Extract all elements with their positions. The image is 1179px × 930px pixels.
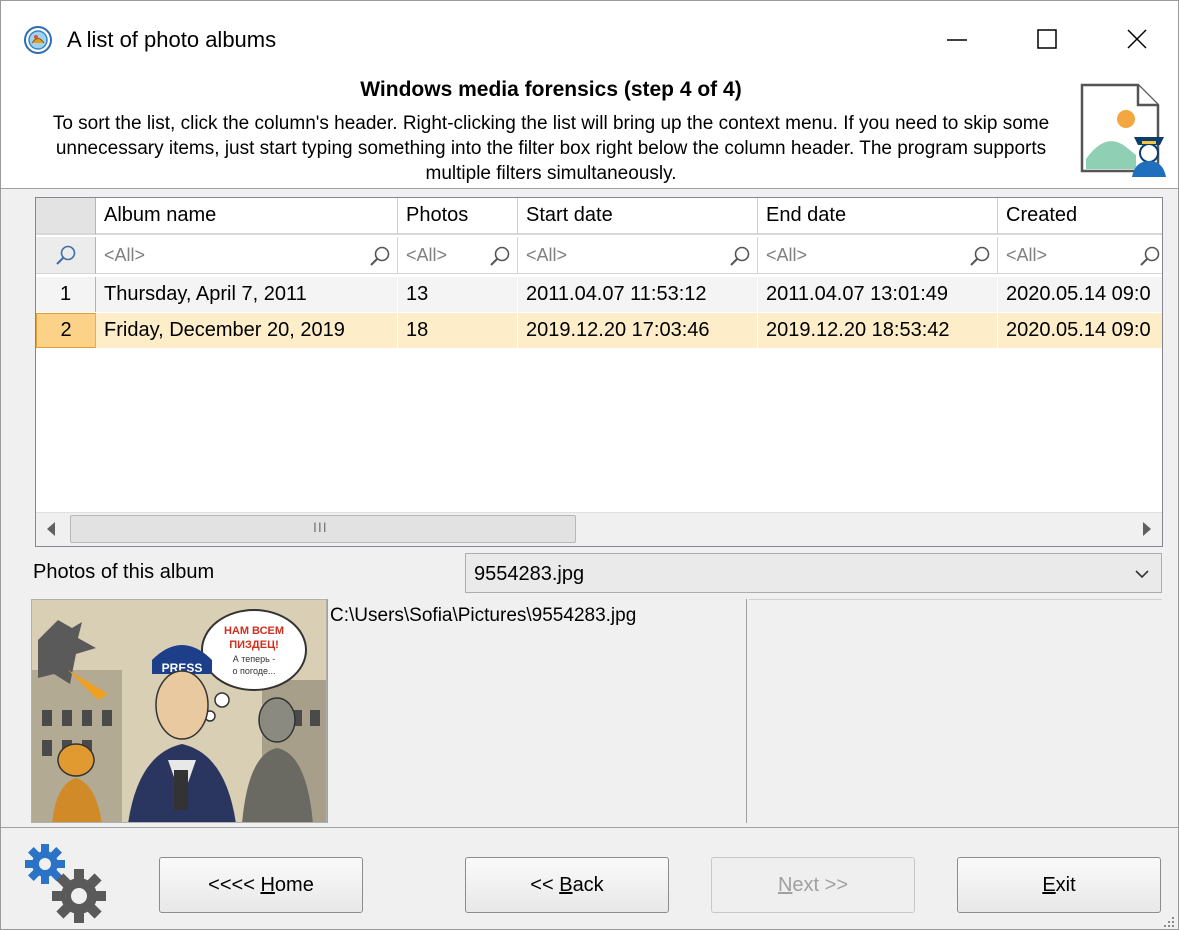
filter-start-date[interactable]: <All> [518,237,758,274]
filter-photos[interactable]: <All> [398,237,518,274]
cell-start-date[interactable]: 2011.04.07 11:53:12 [518,277,758,312]
back-button-prefix: << [530,873,560,896]
photo-metadata-panel [749,599,1162,823]
table-row[interactable]: 1 Thursday, April 7, 2011 13 2011.04.07 … [36,277,1162,312]
scrollbar-grip: III [313,519,328,535]
main-window: A list of photo albums Windows media for… [0,0,1179,930]
bubble-text-line: А теперь - [233,654,276,664]
photo-path-panel: C:\Users\Sofia\Pictures\9554283.jpg [327,599,747,823]
cell-start-date[interactable]: 2019.12.20 17:03:46 [518,313,758,348]
search-icon [1140,246,1160,266]
exit-button-rest: xit [1055,873,1076,896]
home-button[interactable]: <<<< Home [159,857,363,913]
wizard-header: Windows media forensics (step 4 of 4) To… [1,73,1178,189]
scroll-right-arrow-icon[interactable] [1140,521,1154,537]
step-title: Windows media forensics (step 4 of 4) [360,78,742,101]
row-number[interactable]: 1 [36,277,96,312]
albums-grid[interactable]: Album name Photos Start date End date Cr… [35,197,1163,547]
cell-created[interactable]: 2020.05.14 09:0 [998,277,1162,312]
title-bar: A list of photo albums [1,1,1178,73]
next-button-rest: ext >> [792,873,849,896]
filter-placeholder: <All> [766,244,808,265]
horizontal-scrollbar[interactable]: III [36,512,1162,546]
photo-path: C:\Users\Sofia\Pictures\9554283.jpg [330,605,637,626]
search-icon [730,246,750,266]
cartoon-photo-thumbnail: НАМ ВСЕМ ПИЗДЕЦ! А теперь - о погоде... … [32,600,326,822]
bubble-text-line: НАМ ВСЕМ [224,625,284,637]
minimize-icon [947,39,967,41]
scrollbar-thumb[interactable]: III [70,515,576,543]
column-header-row: Album name Photos Start date End date Cr… [36,198,1162,235]
home-button-rest: ome [274,873,314,896]
window-title: A list of photo albums [67,27,277,52]
app-icon [24,26,52,54]
filter-end-date[interactable]: <All> [758,237,998,274]
gears-icon [25,844,106,923]
column-header-end-date[interactable]: End date [758,198,998,235]
column-header-start-date[interactable]: Start date [518,198,758,235]
next-button-accesskey: N [777,873,793,896]
home-button-accesskey: H [260,873,275,896]
bubble-text-line: ПИЗДЕЦ! [229,639,279,651]
bubble-text-line: о погоде... [232,666,275,676]
back-button[interactable]: << Back [465,857,669,913]
home-button-prefix: <<<< [208,873,261,896]
cell-end-date[interactable]: 2019.12.20 18:53:42 [758,313,998,348]
search-icon [970,246,990,266]
filter-placeholder: <All> [406,244,448,265]
search-icon [490,246,510,266]
search-icon [55,245,75,265]
maximize-button[interactable] [1012,15,1082,63]
filter-created[interactable]: <All> [998,237,1162,274]
photo-select-dropdown[interactable]: 9554283.jpg [465,553,1162,593]
photos-label: Photos of this album [33,561,215,583]
wizard-footer: <<<< Home << Back Next >> Exit [1,827,1178,929]
exit-button-accesskey: E [1042,873,1056,896]
row-number[interactable]: 2 [36,313,96,348]
column-header-created[interactable]: Created [998,198,1162,235]
close-icon [1127,29,1147,49]
minimize-button[interactable] [922,15,992,63]
cell-photos[interactable]: 18 [398,313,518,348]
maximize-icon [1037,29,1057,49]
photo-select-value: 9554283.jpg [474,563,585,585]
back-button-accesskey: B [559,873,573,896]
search-icon [370,246,390,266]
step-description: To sort the list, click the column's hea… [52,113,1050,184]
close-button[interactable] [1102,15,1172,63]
row-indicator-header[interactable] [36,198,96,235]
cell-album-name[interactable]: Friday, December 20, 2019 [96,313,398,348]
exit-button[interactable]: Exit [957,857,1161,913]
scroll-left-arrow-icon[interactable] [44,521,58,537]
document-inspector-icon [1080,83,1166,177]
cell-album-name[interactable]: Thursday, April 7, 2011 [96,277,398,312]
cell-photos[interactable]: 13 [398,277,518,312]
filter-placeholder: <All> [1006,244,1048,265]
cell-end-date[interactable]: 2011.04.07 13:01:49 [758,277,998,312]
filter-placeholder: <All> [104,244,146,265]
filter-placeholder: <All> [526,244,568,265]
column-header-album-name[interactable]: Album name [96,198,398,235]
filter-album-name[interactable]: <All> [96,237,398,274]
column-header-photos[interactable]: Photos [398,198,518,235]
filter-row-indicator [36,237,96,274]
cell-created[interactable]: 2020.05.14 09:0 [998,313,1162,348]
table-row-selected[interactable]: 2 Friday, December 20, 2019 18 2019.12.2… [36,313,1162,348]
photo-preview: НАМ ВСЕМ ПИЗДЕЦ! А теперь - о погоде... … [31,599,327,823]
back-button-rest: ack [572,873,604,896]
next-button[interactable]: Next >> [711,857,915,913]
chevron-down-icon[interactable] [1133,565,1151,583]
resize-grip-icon[interactable] [1162,915,1176,929]
filter-row: <All> <All> <All> <All> <All> [36,237,1162,274]
